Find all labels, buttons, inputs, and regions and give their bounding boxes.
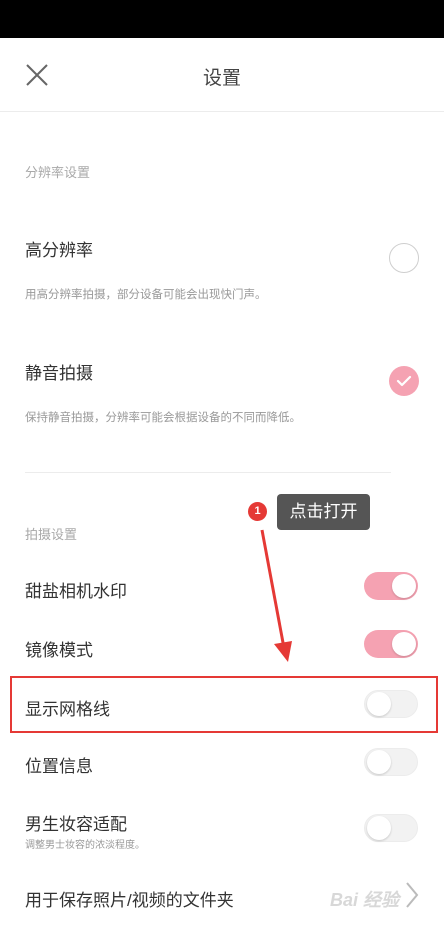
- annotation-arrow-icon: [260, 529, 292, 662]
- save-folder-title[interactable]: 用于保存照片/视频的文件夹: [25, 886, 234, 911]
- toggle-knob: [367, 816, 391, 840]
- male-makeup-desc: 调整男士妆容的浓淡程度。: [25, 840, 145, 851]
- toggle-knob: [392, 574, 416, 598]
- high-res-title: 高分辨率: [25, 241, 93, 260]
- mirror-title: 镜像模式: [25, 641, 93, 660]
- toggle-knob: [392, 632, 416, 656]
- status-bar: [0, 0, 444, 38]
- section-label-resolution: 分辨率设置: [25, 165, 91, 180]
- header: 设置: [0, 38, 444, 112]
- mirror-toggle[interactable]: [364, 630, 418, 658]
- chevron-right-icon[interactable]: [404, 880, 420, 910]
- watermark-toggle[interactable]: [364, 572, 418, 600]
- high-res-desc: 用高分辨率拍摄，部分设备可能会出现快门声。: [25, 289, 267, 301]
- silent-radio[interactable]: [389, 366, 419, 396]
- watermark-logo: Bai 经验: [330, 890, 400, 910]
- male-makeup-toggle[interactable]: [364, 814, 418, 842]
- checkmark-icon: [396, 375, 412, 387]
- watermark-title: 甜盐相机水印: [25, 582, 127, 601]
- step-badge: 1: [248, 502, 267, 521]
- male-makeup-title: 男生妆容适配: [25, 815, 127, 834]
- toggle-knob: [367, 750, 391, 774]
- divider: [25, 472, 391, 473]
- high-res-radio[interactable]: [389, 243, 419, 273]
- section-label-capture: 拍摄设置: [25, 527, 78, 542]
- location-toggle[interactable]: [364, 748, 418, 776]
- page-title: 设置: [202, 68, 241, 89]
- highlight-box: [10, 676, 438, 733]
- location-title: 位置信息: [25, 757, 93, 776]
- silent-title: 静音拍摄: [25, 364, 93, 383]
- silent-desc: 保持静音拍摄，分辨率可能会根据设备的不同而降低。: [25, 412, 301, 424]
- tooltip: 点击打开: [277, 494, 370, 530]
